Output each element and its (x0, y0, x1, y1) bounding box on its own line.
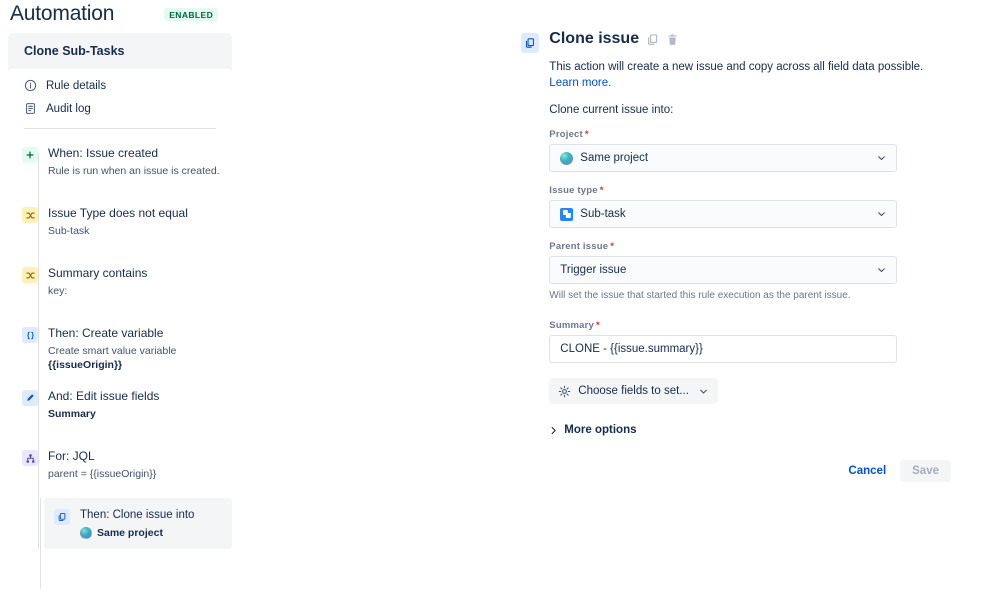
rule-step-issue-type-condition[interactable]: Issue Type does not equal Sub-task (8, 197, 232, 257)
field-issue-type: Issue type* Sub-task (549, 185, 951, 228)
rule-step-subtitle-value: Summary (48, 408, 96, 420)
field-label-text: Issue type (549, 185, 597, 196)
branch-icon (22, 450, 38, 466)
subtask-icon (560, 208, 573, 221)
rule-step-summary-condition[interactable]: Summary contains key: (8, 257, 232, 317)
field-label: Issue type* (549, 185, 951, 196)
audit-log-icon (24, 102, 37, 115)
detail-header: Clone issue This action will cr (521, 30, 951, 436)
chevron-down-icon (698, 386, 709, 397)
detail-title: Clone issue (549, 30, 639, 48)
detail-description-text: This action will create a new issue and … (549, 61, 923, 73)
parent-issue-select-value: Trigger issue (560, 264, 626, 276)
rule-chain: When: Issue created Rule is run when an … (8, 129, 232, 549)
field-summary: Summary* (549, 320, 951, 363)
field-label-text: Summary (549, 320, 594, 331)
pencil-icon (22, 390, 38, 406)
chevron-down-icon (876, 265, 887, 276)
required-marker: * (610, 241, 614, 252)
learn-more-link[interactable]: Learn more. (549, 77, 611, 89)
required-marker: * (585, 129, 589, 140)
automation-rule-editor: Automation ENABLED Clone Sub-Tasks Rule … (0, 0, 999, 603)
braces-icon (22, 327, 38, 343)
choose-fields-button[interactable]: Choose fields to set... (549, 378, 718, 404)
rule-step-subtitle-value: {{issueOrigin}} (48, 359, 122, 371)
rule-step-subtitle: parent = {{issueOrigin}} (48, 467, 156, 481)
project-avatar-icon (80, 527, 92, 539)
plus-icon (22, 147, 38, 163)
rule-sidebar: Clone Sub-Tasks Rule details Audit l (8, 33, 232, 603)
choose-fields-label: Choose fields to set... (578, 385, 689, 397)
issue-type-select[interactable]: Sub-task (549, 200, 897, 228)
form-actions: Cancel Save (521, 460, 951, 482)
rule-step-branch-jql[interactable]: For: JQL parent = {{issueOrigin}} (8, 440, 232, 500)
detail-description: This action will create a new issue and … (549, 59, 951, 91)
copy-icon (54, 509, 70, 525)
summary-input[interactable] (549, 335, 897, 363)
rule-step-clone-issue-into[interactable]: Then: Clone issue into Same project (44, 498, 232, 549)
required-marker: * (600, 185, 604, 196)
branch-children: Then: Clone issue into Same project (8, 498, 232, 549)
rule-step-subtitle: key: (48, 284, 147, 298)
condition-icon (22, 207, 38, 223)
duplicate-icon[interactable] (646, 33, 659, 46)
rule-step-create-variable[interactable]: Then: Create variable Create smart value… (8, 317, 232, 380)
sidebar-item-label: Rule details (46, 80, 106, 92)
project-avatar-icon (560, 152, 573, 165)
rule-step-title: For: JQL (48, 448, 156, 464)
field-label-text: Project (549, 129, 583, 140)
parent-issue-help-text: Will set the issue that started this rul… (549, 289, 951, 303)
rule-step-title: Issue Type does not equal (48, 205, 188, 221)
chevron-right-icon (549, 426, 558, 435)
project-select-value: Same project (580, 152, 648, 164)
status-badge: ENABLED (164, 8, 218, 21)
rule-step-subtitle-text: Create smart value variable (48, 345, 176, 357)
parent-issue-select[interactable]: Trigger issue (549, 256, 897, 284)
rule-step-subtitle: Sub-task (48, 224, 188, 238)
action-detail-panel: Clone issue This action will cr (521, 30, 951, 482)
rule-sidebar-content: Rule details Audit log (8, 69, 232, 603)
cancel-button[interactable]: Cancel (840, 460, 894, 482)
chevron-down-icon (876, 209, 887, 220)
detail-title-row: Clone issue (549, 30, 951, 48)
field-project: Project* Same project (549, 129, 951, 172)
required-marker: * (596, 320, 600, 331)
rule-step-title: Then: Clone issue into (80, 507, 194, 523)
field-label: Summary* (549, 320, 951, 331)
delete-icon[interactable] (666, 33, 679, 46)
rule-step-trigger[interactable]: When: Issue created Rule is run when an … (8, 137, 232, 197)
sidebar-item-audit-log[interactable]: Audit log (8, 97, 232, 120)
copy-icon (521, 33, 539, 53)
rule-step-title: When: Issue created (48, 145, 220, 161)
field-label: Project* (549, 129, 951, 140)
condition-icon (22, 267, 38, 283)
page-title: Automation (10, 2, 114, 26)
more-options-toggle[interactable]: More options (549, 424, 951, 436)
detail-sub-heading: Clone current issue into: (549, 104, 951, 116)
rule-step-subtitle: Create smart value variable {{issueOrigi… (48, 344, 176, 372)
rule-step-title: Summary contains (48, 265, 147, 281)
rule-step-title: And: Edit issue fields (48, 388, 159, 404)
rule-step-title: Then: Create variable (48, 325, 176, 341)
branch-connector-line (40, 498, 41, 589)
rule-step-subtitle: Summary (48, 407, 159, 421)
field-label: Parent issue* (549, 241, 951, 252)
rule-name: Clone Sub-Tasks (8, 33, 232, 68)
sidebar-item-rule-details[interactable]: Rule details (8, 74, 232, 97)
issue-type-select-value: Sub-task (580, 208, 625, 220)
rule-step-subtitle: Rule is run when an issue is created. (48, 164, 220, 178)
rule-step-edit-issue-fields[interactable]: And: Edit issue fields Summary (8, 380, 232, 440)
rule-step-subtitle: Same project (80, 527, 194, 539)
info-icon (24, 79, 37, 92)
top-bar: Automation ENABLED (0, 0, 999, 28)
field-label-text: Parent issue (549, 241, 608, 252)
gear-icon (558, 385, 571, 398)
save-button[interactable]: Save (900, 460, 951, 482)
project-select[interactable]: Same project (549, 144, 897, 172)
chevron-down-icon (876, 153, 887, 164)
sidebar-item-label: Audit log (46, 103, 91, 115)
more-options-label: More options (564, 424, 636, 436)
rule-step-subtitle-value: Same project (97, 527, 163, 539)
field-parent-issue: Parent issue* Trigger issue Will set the… (549, 241, 951, 303)
